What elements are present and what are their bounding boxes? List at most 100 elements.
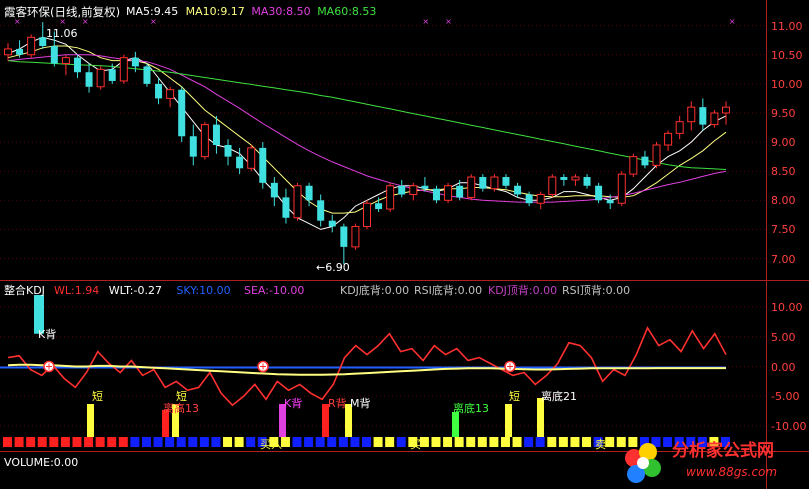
candle-body xyxy=(409,185,418,195)
trend-strip-cell xyxy=(118,437,128,447)
candle-body xyxy=(386,185,395,210)
candle-body xyxy=(328,220,336,227)
trend-strip-cell xyxy=(26,437,36,447)
candle-body xyxy=(652,144,661,166)
y-tick-label: 9.00 xyxy=(771,136,796,150)
panel-separator xyxy=(0,280,809,281)
ma-legend-item: MA60:8.53 xyxy=(317,5,377,18)
candle-body xyxy=(340,226,348,247)
trend-strip-cell xyxy=(37,437,47,447)
high-price-label: 11.06 xyxy=(46,27,78,40)
kdj-annotation: R背 xyxy=(328,397,347,410)
trend-strip-cell xyxy=(535,437,545,447)
y-tick-label: 10.50 xyxy=(771,48,803,62)
candle-body xyxy=(514,185,522,195)
trend-strip-cell xyxy=(304,437,314,447)
candle-body xyxy=(189,136,197,157)
signal-marker: × xyxy=(422,17,429,26)
kdj-y-tick-label: 10.00 xyxy=(771,300,803,314)
main-title: 霞客环保(日线,前复权) xyxy=(4,5,121,19)
trend-strip-cell xyxy=(84,437,94,447)
candle-body xyxy=(490,176,499,190)
trend-strip-cell xyxy=(246,437,256,447)
ma-legend-item: MA5:9.45 xyxy=(126,5,179,18)
candle-body xyxy=(270,182,278,198)
trend-strip-cell xyxy=(466,437,476,447)
trend-strip-cell xyxy=(500,437,510,447)
kdj-annotation: 离底13 xyxy=(453,402,489,415)
y-tick-label: 10.00 xyxy=(771,77,803,91)
signal-marker: × xyxy=(729,17,736,26)
candle-body xyxy=(456,185,464,198)
watermark-logo: 分析家公式网 www.88gs.com xyxy=(625,440,777,483)
trend-strip-cell xyxy=(362,437,371,447)
trend-strip-cell xyxy=(3,437,12,447)
candle-body xyxy=(571,176,580,181)
kdj-annotation: 买入 xyxy=(260,438,282,451)
candle-body xyxy=(155,83,163,99)
stock-chart: × × × × × × × xyxy=(0,17,766,447)
candle-body xyxy=(606,200,614,204)
candle-body xyxy=(595,185,603,201)
trend-strip-cell xyxy=(199,437,209,447)
candle-body xyxy=(16,48,24,55)
candle-body xyxy=(108,69,116,81)
trend-strip-cell xyxy=(327,437,337,447)
y-tick-label: 8.00 xyxy=(771,194,796,208)
trend-strip-cell xyxy=(419,437,429,447)
candle-body xyxy=(363,202,371,228)
low-price-label: ←6.90 xyxy=(316,261,350,274)
kdj-legend-item: KDJ顶背:0.00 xyxy=(488,284,558,297)
axis-divider xyxy=(766,0,767,489)
candle-body xyxy=(212,124,220,145)
candle-body xyxy=(710,112,719,126)
candle-body xyxy=(119,57,128,82)
kdj-annotation: K背 xyxy=(284,397,303,410)
candle-body xyxy=(444,185,453,201)
candle-body xyxy=(236,156,244,169)
signal-bar xyxy=(87,404,94,437)
trend-strip-cell xyxy=(454,437,464,447)
trend-strip-cell xyxy=(188,437,198,447)
candle-body xyxy=(259,147,267,183)
trend-strip-cell xyxy=(338,437,348,447)
y-tick-label: 7.50 xyxy=(771,223,796,237)
candle-body xyxy=(61,57,70,64)
candle-body xyxy=(560,177,568,180)
candle-body xyxy=(178,89,186,137)
trend-strip-cell xyxy=(165,437,175,447)
trend-strip-cell xyxy=(582,437,592,447)
trend-strip-cell xyxy=(223,437,233,447)
trend-strip-cell xyxy=(570,437,580,447)
signal-marker: × xyxy=(445,17,452,26)
kdj-title: 整合KDJ xyxy=(4,284,45,297)
candle-body xyxy=(143,66,151,84)
candle-body xyxy=(629,156,638,175)
kdj-legend-item: SEA:-10.00 xyxy=(244,284,305,297)
candle-body xyxy=(293,185,302,219)
candle-body xyxy=(4,48,12,56)
trend-strip-cell xyxy=(49,437,59,447)
kdj-annotation: 离高13 xyxy=(163,402,199,415)
trend-strip-cell xyxy=(130,437,140,447)
trend-strip-cell xyxy=(211,437,221,447)
signal-bar xyxy=(505,404,512,437)
candle-body xyxy=(641,156,649,166)
kdj-annotation: 离底21 xyxy=(541,390,577,403)
candle-body xyxy=(467,176,476,198)
kdj-legend-item: WLT:-0.27 xyxy=(108,284,162,297)
candle-body xyxy=(85,72,93,87)
trend-strip-cell xyxy=(141,437,151,447)
candle-body xyxy=(282,197,290,218)
candle-body xyxy=(50,46,58,64)
trend-strip-cell xyxy=(153,437,163,447)
kdj-annotation: 卖 xyxy=(595,438,606,451)
candle-body xyxy=(200,124,209,158)
kdj-annotation: 短 xyxy=(509,390,520,403)
ma-legend-item: MA10:9.17 xyxy=(185,5,245,18)
kdj-annotation: 买 xyxy=(410,438,421,451)
candle-body xyxy=(675,121,684,134)
trend-strip-cell xyxy=(280,437,290,447)
candle-body xyxy=(432,188,440,201)
kdj-y-tick-label: 5.00 xyxy=(771,330,796,344)
